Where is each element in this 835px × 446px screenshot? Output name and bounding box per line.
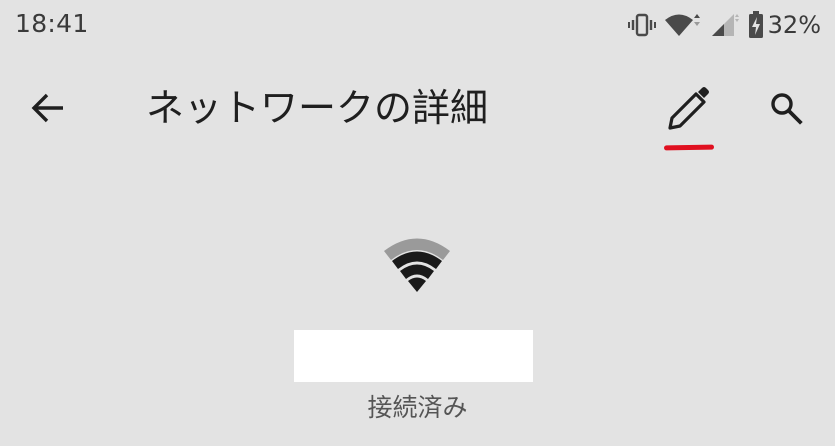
search-button[interactable] (760, 82, 812, 134)
wifi-icon (664, 14, 700, 36)
app-bar: ネットワークの詳細 (0, 60, 835, 156)
back-button[interactable] (22, 82, 74, 134)
battery-charging-icon (748, 11, 763, 38)
search-icon (771, 93, 803, 125)
arrow-left-icon (31, 93, 63, 123)
wifi-signal-icon (384, 238, 450, 292)
status-icons: 32% (627, 8, 821, 42)
vibrate-icon (627, 13, 656, 37)
cell-signal-icon (711, 14, 739, 36)
network-ssid (294, 330, 533, 382)
battery-percent: 32% (767, 11, 821, 39)
page-title: ネットワークの詳細 (146, 86, 489, 130)
annotation-underline (663, 144, 715, 151)
connection-status: 接続済み (367, 393, 468, 422)
edit-button[interactable] (660, 80, 720, 151)
status-time: 18:41 (15, 9, 89, 38)
status-bar: 18:41 32% (0, 0, 835, 54)
pencil-icon (668, 87, 709, 130)
